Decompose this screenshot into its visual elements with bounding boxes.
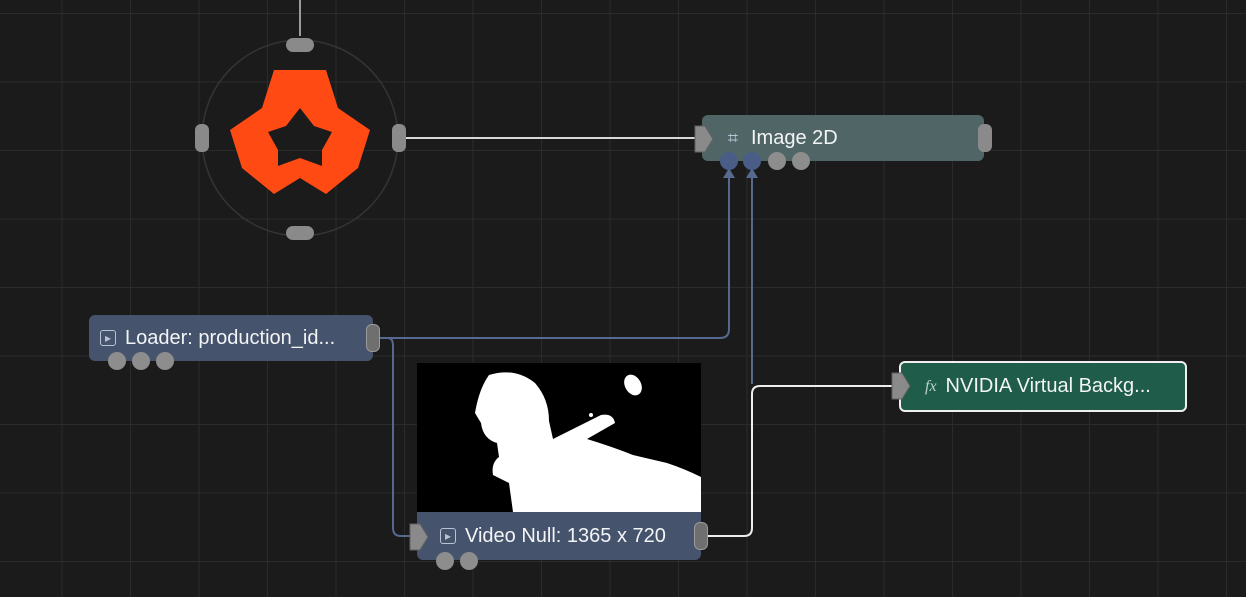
logo-node-top-port[interactable] [286, 38, 314, 52]
play-box-icon: ▸ [100, 330, 116, 346]
loader-node-label: Loader: production_id... [125, 326, 336, 349]
nvidia-virtual-background-node[interactable]: fx NVIDIA Virtual Backg... [899, 361, 1187, 412]
image2d-input-port[interactable] [693, 124, 715, 154]
mask-silhouette-image [475, 372, 701, 512]
video-null-node-label: Video Null: 1365 x 720 [465, 524, 666, 547]
video-null-bottom-port-2[interactable] [460, 552, 478, 570]
wire-loader-to-videonull [380, 337, 412, 537]
loader-output-port[interactable] [366, 324, 380, 352]
loader-bottom-port-3[interactable] [156, 352, 174, 370]
logo-node-right-port[interactable] [392, 124, 406, 152]
crop-grid-icon: ⌗ [727, 127, 739, 148]
wire-loader-to-image2d [380, 178, 730, 339]
logo-node-bottom-port[interactable] [286, 226, 314, 240]
video-null-preview [417, 363, 701, 512]
image2d-bottom-port-4[interactable] [792, 152, 810, 170]
image2d-bottom-input-1[interactable] [720, 152, 738, 170]
fx-icon: fx [925, 377, 937, 395]
loader-bottom-port-1[interactable] [108, 352, 126, 370]
image2d-node-label: Image 2D [751, 126, 838, 149]
orange-flower-logo-icon [230, 70, 370, 194]
image2d-output-port[interactable] [978, 124, 992, 152]
loader-bottom-port-2[interactable] [132, 352, 150, 370]
image2d-bottom-port-3[interactable] [768, 152, 786, 170]
image2d-bottom-input-2[interactable] [743, 152, 761, 170]
play-box-icon: ▸ [440, 528, 456, 544]
logo-node[interactable] [202, 40, 398, 236]
logo-node-left-port[interactable] [195, 124, 209, 152]
video-null-input-port[interactable] [408, 522, 430, 552]
nvidia-input-port[interactable] [890, 371, 912, 401]
loader-node[interactable]: ▸ Loader: production_id... [89, 315, 373, 361]
video-null-node[interactable]: ▸ Video Null: 1365 x 720 [417, 512, 701, 560]
video-null-output-port[interactable] [694, 522, 708, 550]
wire-videonull-to-nvidia [706, 385, 894, 537]
video-null-bottom-port-1[interactable] [436, 552, 454, 570]
nvidia-node-label: NVIDIA Virtual Backg... [945, 375, 1151, 397]
